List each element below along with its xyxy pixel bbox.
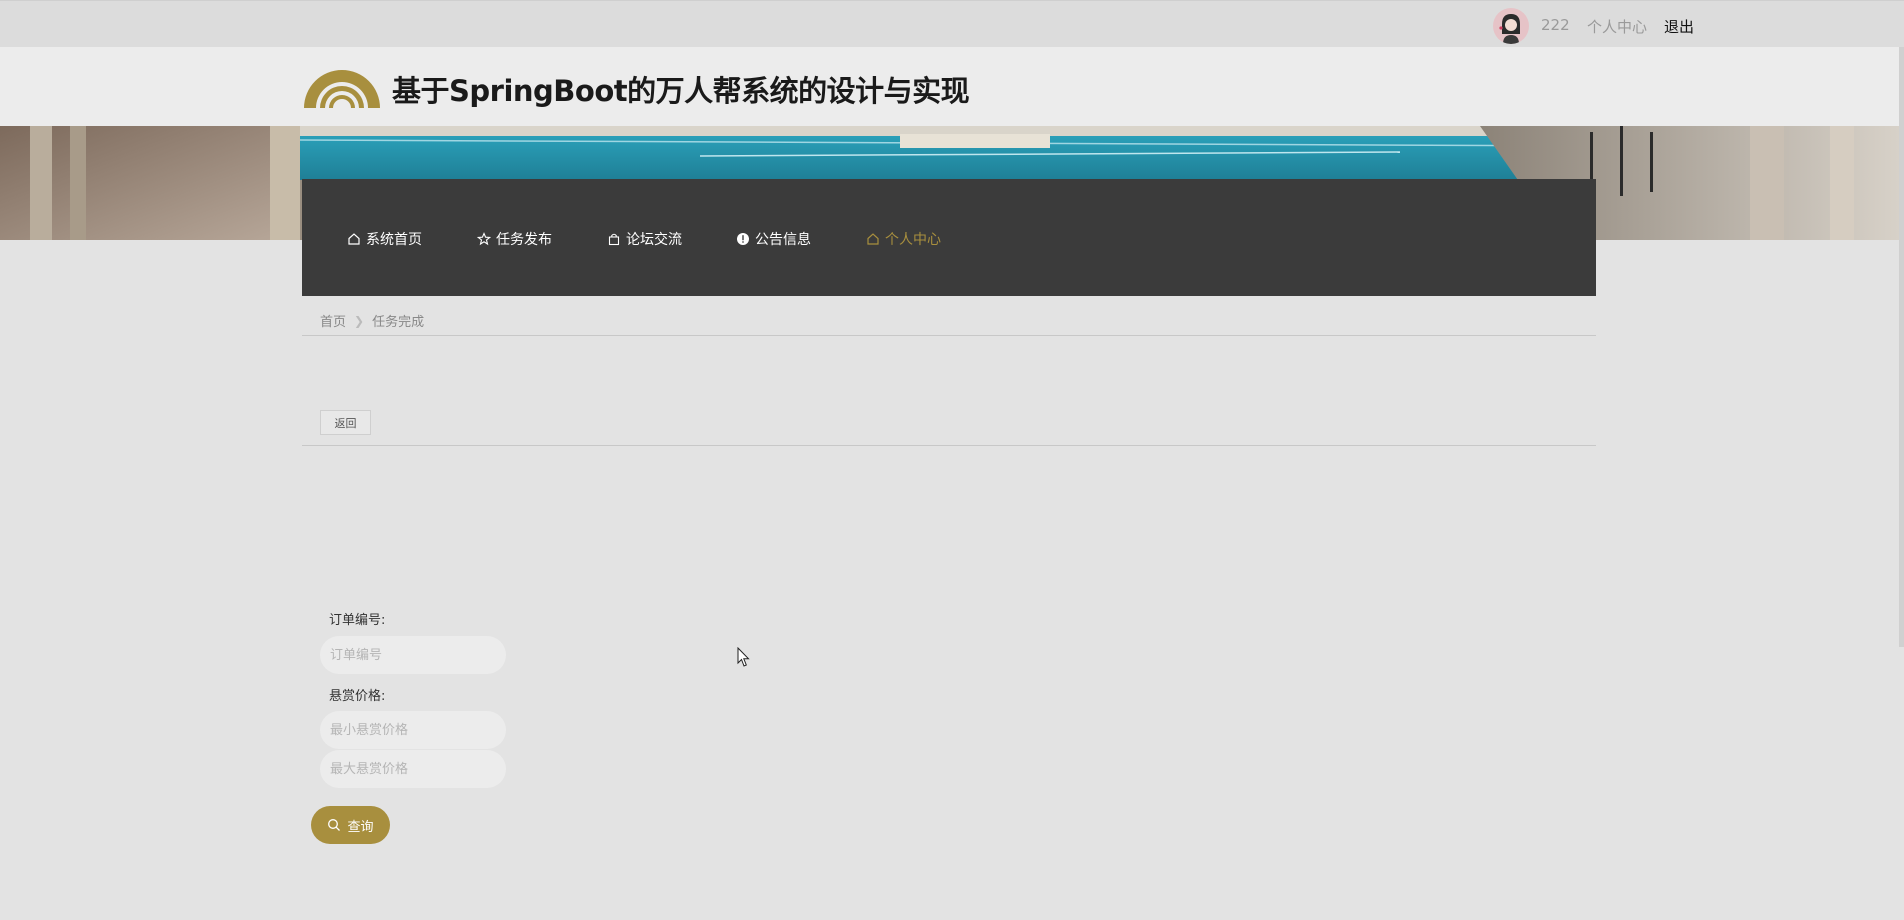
logo-icon	[304, 70, 380, 108]
order-number-input[interactable]	[320, 636, 506, 674]
site-header: 基于SpringBoot的万人帮系统的设计与实现	[0, 47, 1904, 126]
chevron-right-icon: ❯	[354, 313, 365, 328]
scrollbar[interactable]	[1899, 47, 1904, 647]
user-avatar[interactable]	[1493, 8, 1529, 44]
nav-item-label: 系统首页	[366, 232, 422, 248]
order-number-label: 订单编号:	[329, 613, 386, 628]
site-title: 基于SpringBoot的万人帮系统的设计与实现	[392, 74, 970, 108]
nav-item-home[interactable]: 系统首页	[347, 229, 422, 249]
breadcrumb: 首页 ❯ 任务完成	[320, 311, 425, 331]
search-icon	[328, 819, 341, 831]
nav-item-forum[interactable]: 论坛交流	[607, 229, 682, 249]
nav-item-personal-center[interactable]: 个人中心	[866, 229, 941, 249]
nav-item-label: 论坛交流	[626, 232, 682, 248]
nav-item-label: 个人中心	[885, 232, 941, 248]
search-button[interactable]: 查询	[311, 806, 390, 844]
reward-price-label: 悬赏价格:	[329, 689, 386, 704]
divider	[302, 445, 1596, 446]
logout-link[interactable]: 退出	[1664, 16, 1694, 37]
min-reward-price-input[interactable]	[320, 711, 506, 749]
bag-icon	[608, 233, 620, 246]
nav-item-notice[interactable]: 公告信息	[736, 229, 811, 249]
search-button-label: 查询	[347, 819, 374, 835]
mouse-cursor-icon	[737, 647, 750, 667]
breadcrumb-home[interactable]: 首页	[320, 311, 346, 330]
star-icon	[477, 232, 491, 246]
breadcrumb-current: 任务完成	[372, 315, 425, 330]
personal-center-link[interactable]: 个人中心	[1587, 16, 1647, 37]
back-button[interactable]: 返回	[320, 410, 371, 435]
nav-item-label: 任务发布	[496, 232, 552, 248]
divider	[302, 335, 1596, 336]
home-icon	[867, 233, 879, 245]
nav-item-task-publish[interactable]: 任务发布	[477, 229, 552, 249]
nav-item-label: 公告信息	[755, 232, 811, 248]
main-nav: 系统首页 任务发布 论坛交流 公告信息 个人中心	[302, 179, 1596, 296]
home-icon	[348, 233, 360, 245]
max-reward-price-input[interactable]	[320, 750, 506, 788]
info-icon	[737, 233, 749, 245]
username: 222	[1541, 16, 1570, 34]
top-bar: 222 个人中心 退出	[0, 0, 1904, 47]
